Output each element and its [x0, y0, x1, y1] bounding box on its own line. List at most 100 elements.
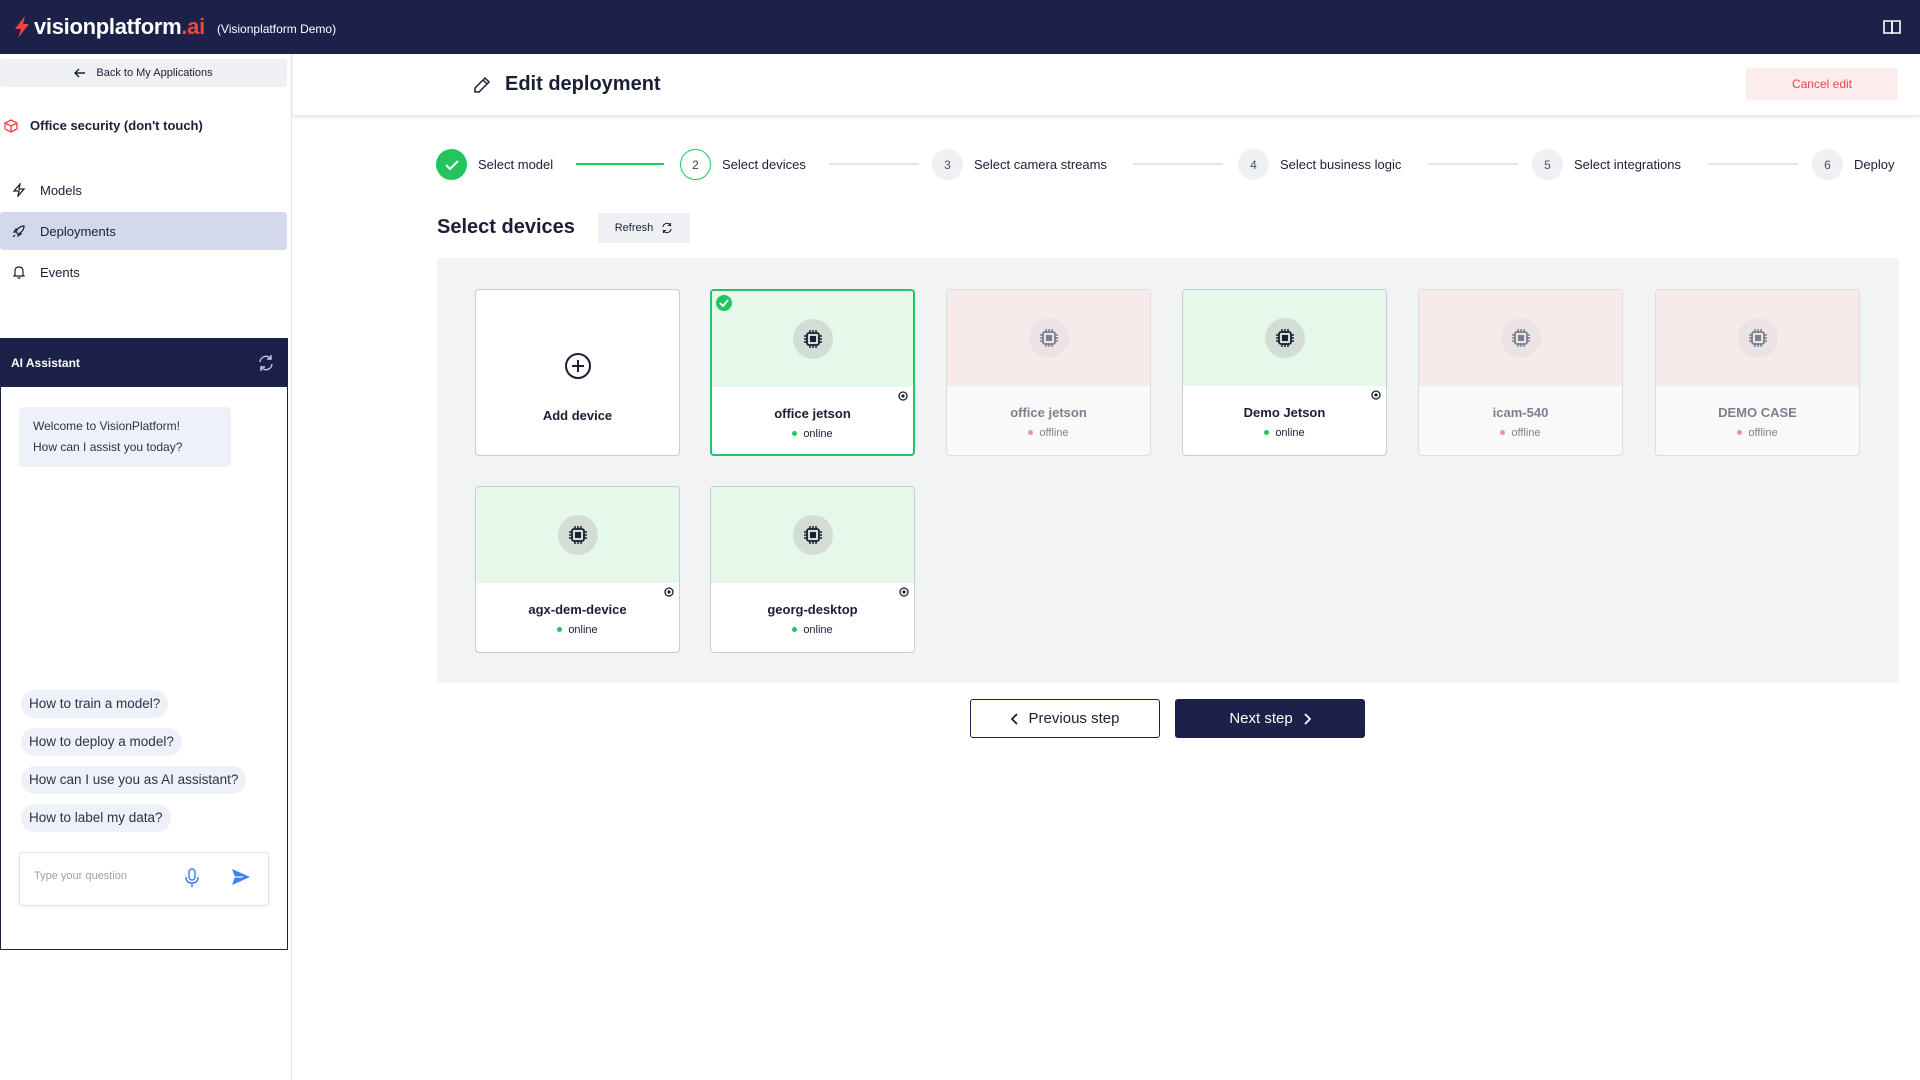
main-header: Edit deployment Cancel edit [293, 54, 1920, 115]
step-label: Select model [478, 157, 554, 172]
device-name: georg-desktop [767, 602, 858, 617]
card-status-banner [1656, 290, 1859, 386]
device-status: online [476, 624, 679, 636]
online-dot-icon [557, 626, 563, 632]
add-device-card[interactable]: Add device [475, 289, 680, 456]
device-status-label: offline [1039, 427, 1069, 439]
suggestion-chip[interactable]: How to deploy a model? [21, 728, 182, 756]
book-icon[interactable] [1882, 17, 1902, 37]
device-status-label: online [803, 428, 833, 440]
device-status: offline [947, 427, 1150, 439]
refresh-button[interactable]: Refresh [598, 213, 690, 243]
cube-icon [4, 118, 18, 133]
step-connector [1133, 163, 1223, 165]
step-connector [576, 163, 664, 165]
device-name: office jetson [1010, 405, 1087, 420]
logo-text: visionplatform [34, 14, 182, 39]
card-status-banner [711, 487, 914, 583]
step-complete-check-icon [436, 149, 467, 180]
page-title: Edit deployment [505, 73, 661, 95]
step-connector [829, 163, 919, 165]
microphone-icon[interactable] [184, 867, 200, 889]
chevron-left-icon [1010, 712, 1018, 725]
sidebar-item-events[interactable]: Events [0, 253, 287, 291]
device-status-label: online [1275, 427, 1305, 439]
section-title: Select devices [437, 216, 575, 238]
device-card-agx-dem-device[interactable]: agx-dem-device online [475, 486, 680, 653]
settings-icon[interactable] [1370, 389, 1382, 401]
logo-accent: .ai [181, 14, 205, 39]
sidebar-item-label: Models [40, 182, 82, 198]
ai-assistant-title: AI Assistant [11, 356, 80, 370]
back-to-applications-button[interactable]: Back to My Applications [0, 59, 287, 87]
settings-icon[interactable] [898, 586, 910, 598]
application-name-row[interactable]: Office security (don't touch) [4, 118, 203, 133]
step-number: 6 [1812, 149, 1843, 180]
suggestion-chip[interactable]: How to train a model? [21, 690, 169, 718]
sidebar-item-deployments[interactable]: Deployments [0, 212, 287, 250]
step-label: Deploy [1854, 157, 1895, 172]
device-status-label: offline [1748, 427, 1778, 439]
device-name: DEMO CASE [1718, 405, 1797, 420]
step-select-integrations[interactable]: 5 Select integrations [1532, 149, 1681, 180]
step-select-business-logic[interactable]: 4 Select business logic [1238, 149, 1401, 180]
sidebar-item-models[interactable]: Models [0, 171, 287, 209]
reset-chat-icon[interactable] [257, 354, 275, 372]
rocket-icon [12, 225, 25, 238]
device-status: online [711, 624, 914, 636]
previous-step-button[interactable]: Previous step [970, 699, 1160, 738]
step-deploy[interactable]: 6 Deploy [1812, 149, 1894, 180]
logo-bolt-icon [15, 16, 29, 38]
chip-icon [557, 515, 598, 555]
device-card-office-jetson-offline[interactable]: office jetson offline [946, 289, 1151, 456]
step-select-camera-streams[interactable]: 3 Select camera streams [932, 149, 1107, 180]
device-card-demo-case[interactable]: DEMO CASE offline [1655, 289, 1860, 456]
cancel-edit-button[interactable]: Cancel edit [1746, 68, 1898, 100]
device-name: office jetson [774, 406, 851, 421]
application-name: Office security (don't touch) [30, 118, 203, 133]
online-dot-icon [792, 626, 798, 632]
add-device-label: Add device [542, 408, 613, 423]
step-label: Select business logic [1280, 157, 1402, 172]
device-status: online [712, 428, 913, 440]
step-connector [1428, 163, 1518, 165]
device-status-label: online [803, 624, 833, 636]
settings-icon[interactable] [897, 390, 909, 402]
suggestion-chip[interactable]: How can I use you as AI assistant? [21, 766, 247, 794]
suggestion-chip[interactable]: How to label my data? [21, 804, 171, 832]
sidebar-item-label: Events [40, 264, 80, 280]
chip-icon [1264, 318, 1305, 358]
step-connector [1708, 163, 1798, 165]
device-status: offline [1419, 427, 1622, 439]
refresh-icon [662, 222, 672, 234]
settings-icon[interactable] [663, 586, 675, 598]
chip-icon [1500, 318, 1541, 358]
step-label: Select camera streams [974, 157, 1107, 172]
offline-dot-icon [1028, 429, 1034, 435]
chat-input-box [19, 852, 269, 906]
step-number: 2 [680, 149, 711, 180]
device-card-georg-desktop[interactable]: georg-desktop online [710, 486, 915, 653]
card-status-banner [712, 291, 913, 387]
step-number: 5 [1532, 149, 1563, 180]
next-step-button[interactable]: Next step [1175, 699, 1365, 738]
step-select-model[interactable]: Select model [436, 149, 553, 180]
welcome-line-1: Welcome to VisionPlatform! [33, 419, 180, 433]
pencil-icon [474, 76, 491, 93]
step-number: 3 [932, 149, 963, 180]
logo[interactable]: visionplatform .ai [12, 14, 205, 40]
step-select-devices[interactable]: 2 Select devices [680, 149, 806, 180]
bell-icon [12, 266, 26, 279]
refresh-label: Refresh [614, 222, 654, 234]
chat-question-input[interactable] [34, 870, 164, 882]
device-name: icam-540 [1492, 405, 1549, 420]
chip-icon [1737, 318, 1778, 358]
send-icon[interactable] [231, 868, 251, 886]
online-dot-icon [1264, 429, 1270, 435]
device-card-demo-jetson[interactable]: Demo Jetson online [1182, 289, 1387, 456]
offline-dot-icon [1500, 429, 1506, 435]
step-label: Select devices [722, 157, 806, 172]
device-card-office-jetson[interactable]: office jetson online [710, 289, 915, 456]
chevron-right-icon [1304, 712, 1311, 725]
device-card-icam-540[interactable]: icam-540 offline [1418, 289, 1623, 456]
